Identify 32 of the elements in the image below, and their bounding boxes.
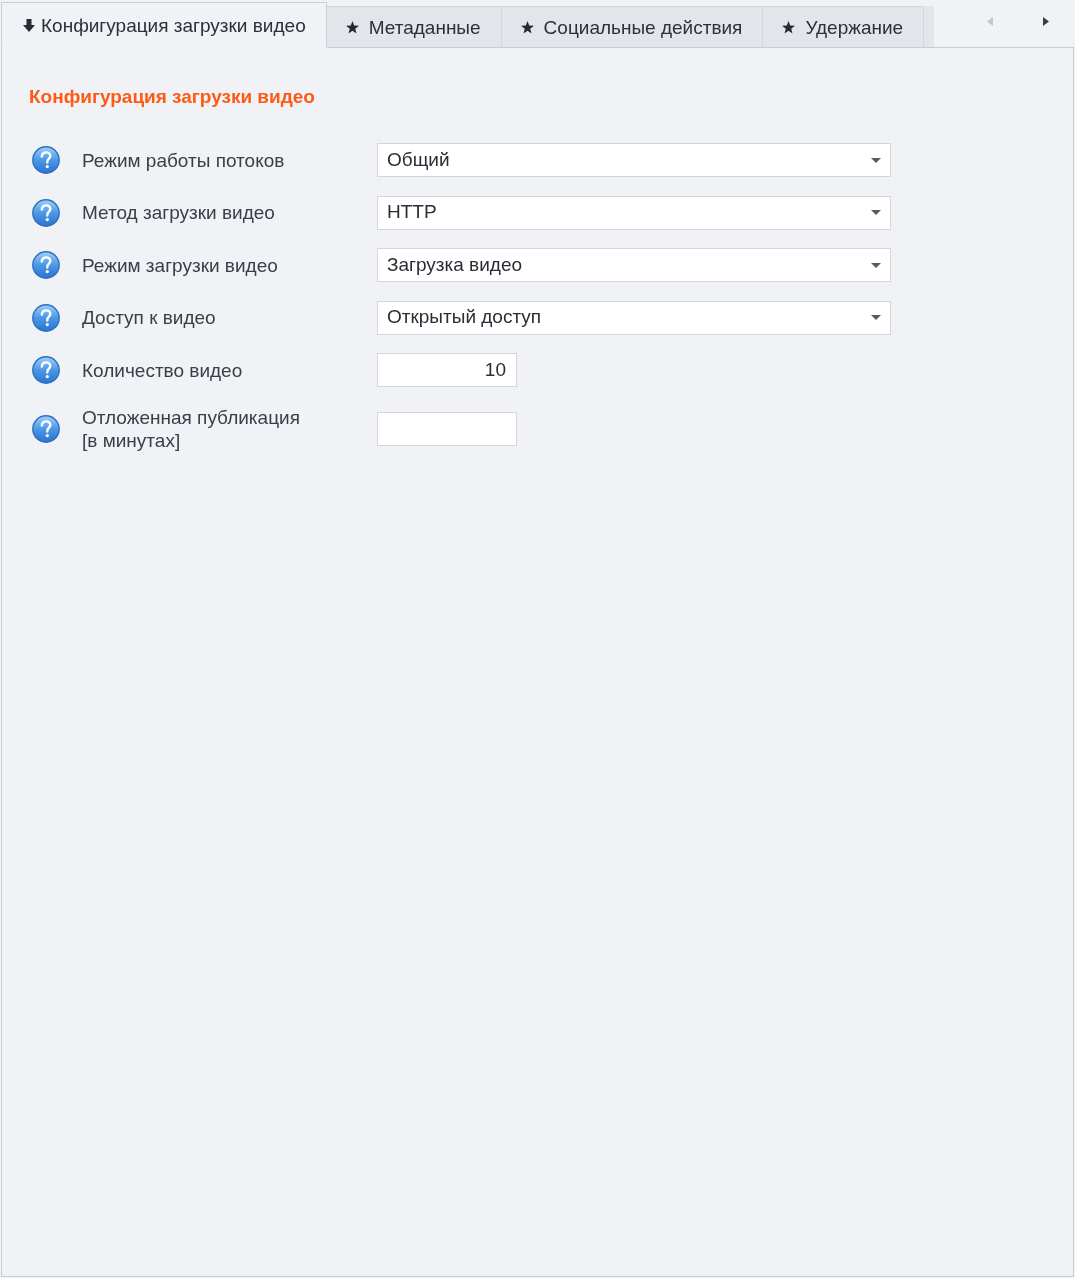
star-icon — [782, 20, 796, 34]
caret-icon — [871, 262, 881, 268]
help-icon[interactable] — [32, 303, 60, 332]
help-icon[interactable] — [32, 356, 60, 384]
number-field[interactable]: 10 — [377, 353, 517, 387]
dropdown[interactable]: Загрузка видео — [377, 248, 891, 282]
caret-icon — [871, 210, 881, 215]
field-label: Режим работы потоков — [82, 148, 286, 172]
field-label: Отложенная публикация [в минутах] — [82, 405, 301, 452]
help-icon[interactable] — [32, 146, 60, 174]
help-icon[interactable] — [32, 198, 60, 227]
field-label: Доступ к видео — [82, 306, 217, 329]
field-label: Метод загрузки видео — [82, 201, 276, 224]
scroll-right-icon[interactable] — [1043, 17, 1049, 26]
caret-icon — [871, 315, 881, 320]
field-label: Количество видео — [82, 358, 244, 382]
tab[interactable]: Социальные действия — [501, 6, 764, 48]
caret-icon — [871, 157, 881, 163]
dropdown[interactable]: Открытый доступ — [377, 300, 891, 335]
star-icon — [345, 20, 359, 34]
dropdown[interactable]: HTTP — [377, 195, 891, 230]
field-label: Режим загрузки видео — [82, 253, 279, 277]
section-title: Конфигурация загрузки видео — [29, 85, 315, 109]
help-icon[interactable] — [32, 414, 60, 443]
tab[interactable]: Конфигурация загрузки видео — [1, 2, 327, 48]
star-icon — [520, 20, 534, 34]
dropdown[interactable]: Общий — [377, 143, 891, 177]
help-icon[interactable] — [32, 251, 60, 279]
tab[interactable]: Удержание — [763, 6, 925, 48]
number-field[interactable] — [377, 411, 517, 446]
tab[interactable]: Метаданные — [326, 6, 502, 48]
down-arrow-icon — [23, 18, 35, 32]
